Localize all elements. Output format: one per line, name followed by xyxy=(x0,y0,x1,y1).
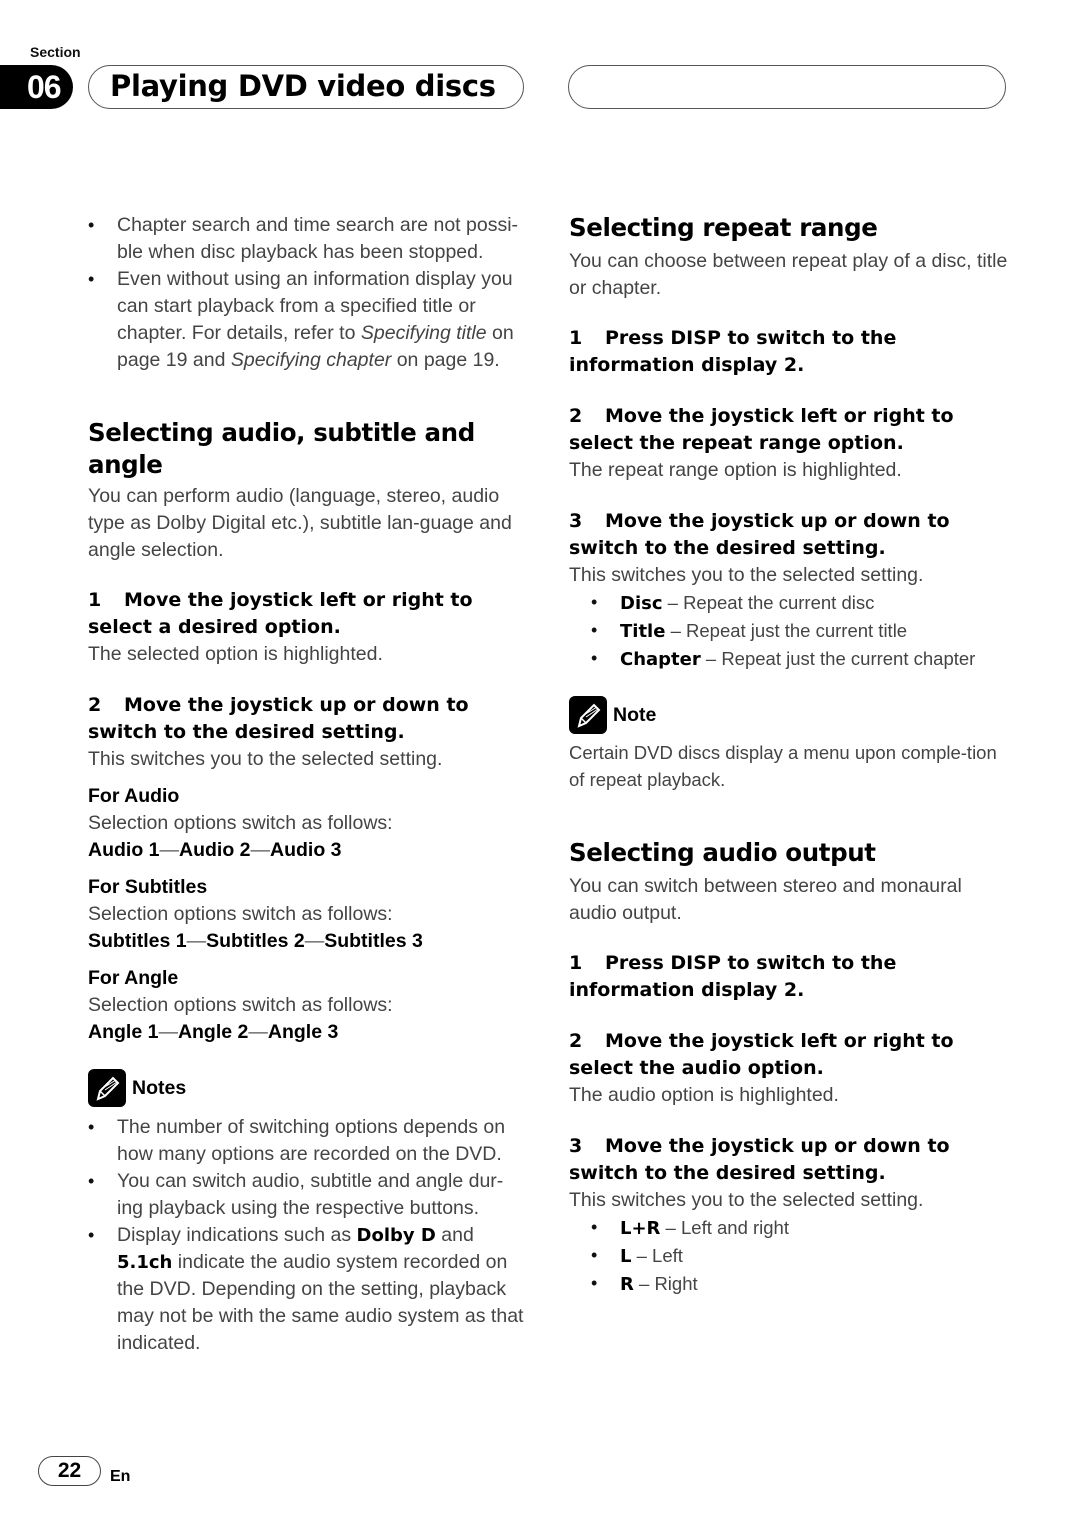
subheading-for-angle: For Angle xyxy=(88,967,179,989)
note-text: Certain DVD discs display a menu upon co… xyxy=(569,742,997,790)
option-sequence: Angle 1—Angle 2—Angle 3 xyxy=(88,1021,339,1043)
step-result: This switches you to the selected settin… xyxy=(569,1189,924,1211)
section-heading-audio-subtitle-angle: Selecting audio, subtitle and angle xyxy=(88,418,475,479)
list-item: Even without using an information displa… xyxy=(88,266,528,374)
list-item: L+R – Left and right xyxy=(569,1214,1009,1242)
repeat-options-list: Disc – Repeat the current disc Title – R… xyxy=(569,589,1009,673)
cross-reference: Specifying chapter xyxy=(230,349,392,371)
group-description: Selection options switch as follows: xyxy=(88,903,393,925)
option-sequence: Audio 1—Audio 2—Audio 3 xyxy=(88,839,342,861)
list-item: Chapter – Repeat just the current chapte… xyxy=(569,645,1009,673)
page-number: 22 xyxy=(38,1456,101,1486)
step-heading: 2 Move the joystick left or right to sele… xyxy=(569,1030,954,1079)
option-sequence: Subtitles 1—Subtitles 2—Subtitles 3 xyxy=(88,930,423,952)
list-item: You can switch audio, subtitle and angle… xyxy=(88,1168,528,1222)
list-item: L – Left xyxy=(569,1242,1009,1270)
left-column: Chapter search and time search are not p… xyxy=(88,212,528,1357)
list-item: Display indications such as Dolby D and … xyxy=(88,1222,528,1357)
list-item: R – Right xyxy=(569,1270,1009,1298)
notes-title: Notes xyxy=(132,1076,187,1099)
section-number-badge: 06 xyxy=(0,65,73,109)
section-heading-audio-output: Selecting audio output xyxy=(569,838,876,867)
section-intro: You can choose between repeat play of a … xyxy=(569,250,1008,299)
step-result: The audio option is highlighted. xyxy=(569,1084,839,1106)
subheading-for-audio: For Audio xyxy=(88,785,180,807)
step-heading: 3 Move the joystick up or down to switch … xyxy=(569,510,950,559)
pencil-note-icon xyxy=(569,696,607,734)
empty-header-pill xyxy=(568,65,1006,109)
step-result: This switches you to the selected settin… xyxy=(88,748,443,770)
list-item: Chapter search and time search are not p… xyxy=(88,212,528,266)
note-title: Note xyxy=(613,703,657,726)
group-description: Selection options switch as follows: xyxy=(88,994,393,1016)
section-intro: You can perform audio (language, stereo,… xyxy=(88,485,512,561)
notes-list: The number of switching options depends … xyxy=(88,1114,528,1357)
step-result: This switches you to the selected settin… xyxy=(569,564,924,586)
step-heading: 1 Press DISP to switch to the information… xyxy=(569,327,897,376)
list-item: The number of switching options depends … xyxy=(88,1114,528,1168)
section-intro: You can switch between stereo and monaur… xyxy=(569,875,962,924)
pencil-note-icon xyxy=(88,1069,126,1107)
step-result: The selected option is highlighted. xyxy=(88,643,383,665)
language-code: En xyxy=(110,1468,131,1485)
list-item: Title – Repeat just the current title xyxy=(569,617,1009,645)
list-item: Disc – Repeat the current disc xyxy=(569,589,1009,617)
note-header: Note xyxy=(569,695,1009,735)
step-heading: 1 Move the joystick left or right to sele… xyxy=(88,589,473,638)
intro-bullet-list: Chapter search and time search are not p… xyxy=(88,212,528,374)
notes-header: Notes xyxy=(88,1068,528,1108)
section-label: Section xyxy=(30,44,81,60)
right-column: Selecting repeat range You can choose be… xyxy=(569,212,1009,1298)
step-heading: 1 Press DISP to switch to the information… xyxy=(569,952,897,1001)
step-heading: 2 Move the joystick up or down to switch … xyxy=(88,694,469,743)
step-heading: 3 Move the joystick up or down to switch … xyxy=(569,1135,950,1184)
group-description: Selection options switch as follows: xyxy=(88,812,393,834)
page-title: Playing DVD video discs xyxy=(88,65,524,109)
section-heading-repeat-range: Selecting repeat range xyxy=(569,213,878,242)
audio-output-options-list: L+R – Left and right L – Left R – Right xyxy=(569,1214,1009,1298)
step-result: The repeat range option is highlighted. xyxy=(569,459,902,481)
subheading-for-subtitles: For Subtitles xyxy=(88,876,208,898)
step-heading: 2 Move the joystick left or right to sele… xyxy=(569,405,954,454)
cross-reference: Specifying title xyxy=(360,322,487,344)
